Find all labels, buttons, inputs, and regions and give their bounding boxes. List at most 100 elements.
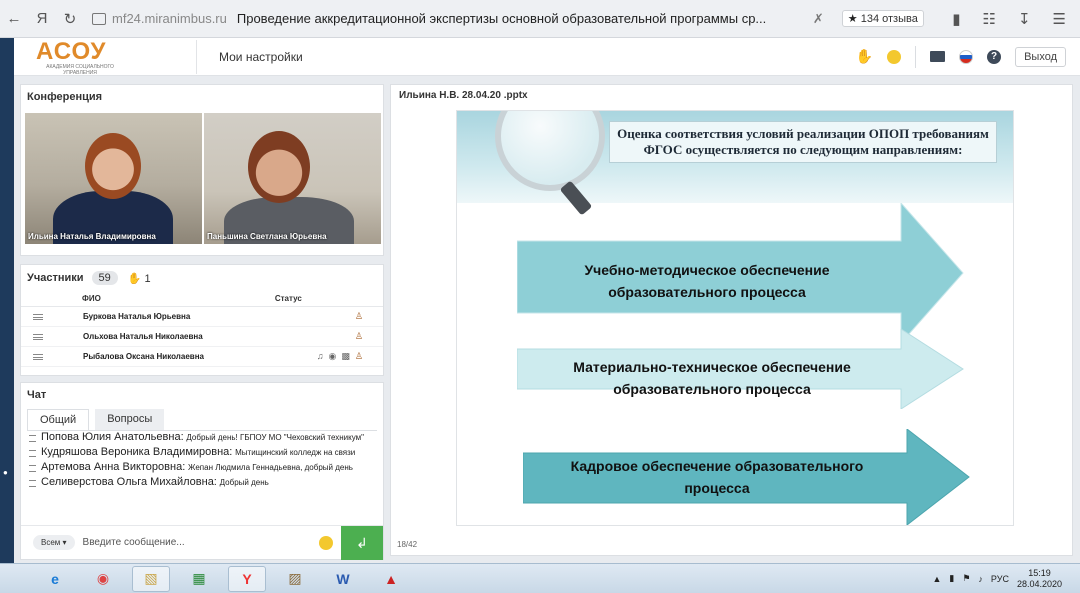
message-author: Селиверстова Ольга Михайловна:	[41, 476, 217, 488]
my-settings-link[interactable]: Мои настройки	[219, 50, 303, 64]
camera-icon[interactable]: ◉	[329, 351, 337, 362]
start-button[interactable]	[2, 567, 26, 591]
magnifier-icon	[495, 111, 605, 191]
presentation-title: Ильина Н.В. 28.04.20 .pptx	[399, 90, 528, 101]
drag-handle-icon[interactable]	[33, 313, 43, 320]
chat-input-bar: Всем ▾ Введите сообщение... ↲	[21, 525, 383, 560]
video-name-label: Ильина Наталья Владимировна	[28, 232, 156, 241]
chat-message: Кудряшова Вероника Владимировна: Мытищин…	[27, 447, 377, 458]
raise-hand-icon: ✋	[127, 272, 142, 285]
emoji-icon[interactable]	[319, 535, 333, 550]
menu-icon[interactable]: ☰	[1053, 10, 1066, 28]
yandex-browser-icon[interactable]: Y	[228, 565, 266, 592]
message-author: Артемова Анна Викторовна:	[41, 461, 186, 473]
show-hidden-icon[interactable]: ▲	[932, 574, 941, 584]
folder-icon[interactable]	[930, 51, 946, 62]
arrow-label: Материально-техническое обеспечение обра…	[573, 359, 851, 397]
message-text: Добрый день! ГБПОУ МО "Чеховский технику…	[186, 433, 364, 442]
logout-button[interactable]: Выход	[1015, 46, 1066, 67]
message-author: Попова Юлия Анатольевна:	[41, 431, 184, 443]
header-separator	[915, 45, 917, 68]
browser-toolbar: ← Я ↻ mf24.miranimbus.ru Проведение аккр…	[0, 0, 1080, 38]
user-status-icon: ♙	[354, 331, 363, 341]
participants-header-row: ФИО Статус	[21, 291, 383, 307]
translate-icon[interactable]: ☷	[983, 10, 996, 28]
participant-face	[248, 131, 310, 203]
reviews-badge[interactable]: ★ 134 отзыва	[841, 10, 924, 27]
clock-date: 28.04.2020	[1016, 578, 1062, 589]
bookmark-icon[interactable]: ▮	[952, 10, 960, 28]
user-status-icon: ♙	[354, 311, 363, 321]
arrow-label: Учебно-методическое обеспечение образова…	[584, 262, 830, 300]
participant-face	[85, 133, 141, 199]
logo[interactable]: АСОУ АКАДЕМИЯ СОЦИАЛЬНОГО УПРАВЛЕНИЯ	[14, 38, 134, 76]
drag-handle-icon[interactable]	[33, 333, 43, 340]
mic-off-icon[interactable]: ✗	[813, 11, 824, 27]
send-button[interactable]: ↲	[341, 525, 383, 560]
reload-icon[interactable]: ↻	[56, 10, 84, 28]
flag-icon[interactable]: ⚑	[962, 573, 970, 584]
video-tile[interactable]: Ильина Наталья Владимировна	[25, 113, 202, 244]
chat-panel: Чат Общий Вопросы Попова Юлия Анатольевн…	[20, 382, 384, 560]
tab-general[interactable]: Общий	[27, 409, 90, 430]
message-author: Кудряшова Вероника Владимировна:	[41, 446, 233, 458]
message-text: Жепан Людмила Геннадьевна, добрый день	[188, 463, 353, 472]
column-header-fio[interactable]: ФИО	[82, 294, 101, 303]
chat-messages[interactable]: Попова Юлия Анатольевна: Добрый день! ГБ…	[27, 430, 377, 526]
desktop-edge: ●	[0, 38, 14, 563]
page-title: Проведение аккредитационной экспертизы о…	[236, 11, 767, 26]
slide-page-number: 18/42	[397, 540, 418, 549]
back-icon[interactable]: ←	[0, 10, 28, 27]
emoji-icon[interactable]	[887, 49, 902, 64]
presentation-slide[interactable]: Оценка соответствия условий реализации О…	[456, 110, 1014, 526]
chat-title: Чат	[27, 389, 47, 401]
video-tile[interactable]: Паньшина Светлана Юрьевна	[204, 113, 381, 244]
app-header: АСОУ АКАДЕМИЯ СОЦИАЛЬНОГО УПРАВЛЕНИЯ Мои…	[14, 38, 1080, 76]
chrome-icon[interactable]: ◉	[84, 566, 122, 592]
participant-row[interactable]: Рыбалова Оксана Николаевна ♫ ◉ ▩ ♙	[21, 347, 383, 367]
windows-taskbar: e ◉ ▧ ▦ Y ▨ W ▲ ▲ ▮ ⚑ ♪ РУС 15:19 28.04.…	[0, 563, 1080, 593]
ie-icon[interactable]: e	[36, 566, 74, 592]
slide-heading: Оценка соответствия условий реализации О…	[609, 121, 997, 163]
archive-icon[interactable]: ▨	[276, 566, 314, 592]
participant-row[interactable]: Буркова Наталья Юрьевна ♙	[21, 307, 383, 327]
raise-hand-icon[interactable]: ✋	[856, 48, 873, 65]
header-divider	[196, 39, 197, 74]
reviews-count: 134 отзыва	[860, 13, 918, 25]
notification-icon: ●	[3, 468, 8, 477]
star-icon: ★	[847, 13, 858, 25]
clock[interactable]: 15:19 28.04.2020	[1017, 568, 1062, 590]
network-icon[interactable]: ▮	[949, 573, 954, 584]
logo-subtitle: АКАДЕМИЯ СОЦИАЛЬНОГО УПРАВЛЕНИЯ	[46, 63, 114, 76]
recipient-value: Всем	[41, 538, 61, 547]
excel-icon[interactable]: ▦	[180, 566, 218, 592]
downloads-icon[interactable]: ↧	[1018, 10, 1031, 28]
language-indicator[interactable]: РУС	[991, 574, 1009, 584]
column-header-status[interactable]: Статус	[275, 294, 302, 303]
address-bar[interactable]: mf24.miranimbus.ru	[112, 11, 227, 26]
participants-panel: Участники 59 ✋ 1 ФИО Статус Буркова Ната…	[20, 264, 384, 376]
participants-count-badge: 59	[91, 271, 118, 285]
explorer-icon[interactable]: ▧	[132, 565, 170, 592]
word-icon[interactable]: W	[324, 566, 362, 592]
video-name-label: Паньшина Светлана Юрьевна	[207, 232, 327, 241]
recipient-select[interactable]: Всем ▾	[33, 535, 75, 550]
russian-flag-icon[interactable]	[959, 49, 974, 64]
chat-message-input[interactable]: Введите сообщение...	[83, 537, 283, 548]
screen-icon[interactable]: ▩	[341, 351, 350, 362]
participant-row[interactable]: Ольхова Наталья Николаевна ♙	[21, 327, 383, 347]
presentation-panel: Ильина Н.В. 28.04.20 .pptx Оценка соотве…	[390, 84, 1073, 556]
yandex-icon[interactable]: Я	[28, 10, 56, 27]
tab-questions[interactable]: Вопросы	[95, 409, 165, 430]
help-icon[interactable]: ?	[987, 49, 1002, 64]
conference-title: Конференция	[27, 91, 103, 103]
participant-name: Рыбалова Оксана Николаевна	[83, 352, 204, 361]
volume-icon[interactable]: ♪	[978, 574, 983, 584]
drag-handle-icon[interactable]	[33, 353, 43, 360]
arrow-label: Кадровое обеспечение образовательного пр…	[570, 458, 864, 496]
clock-time: 15:19	[1028, 567, 1051, 578]
acrobat-icon[interactable]: ▲	[372, 566, 410, 592]
microphone-icon[interactable]: ♫	[317, 351, 324, 362]
message-text: Добрый день	[219, 478, 269, 487]
lock-icon[interactable]	[92, 12, 106, 25]
